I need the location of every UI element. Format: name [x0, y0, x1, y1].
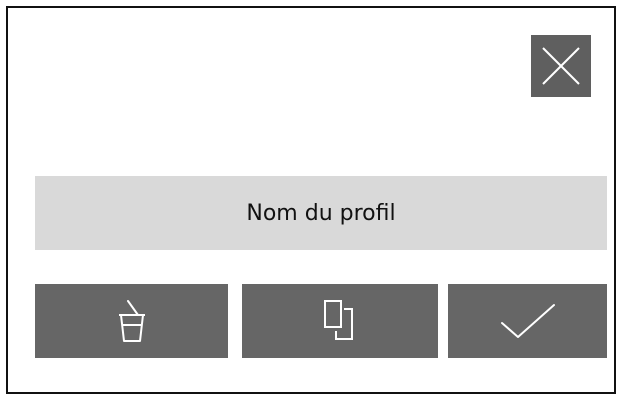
- close-icon: [542, 47, 580, 85]
- profile-dialog: Nom du profil: [6, 6, 616, 394]
- profile-name-field[interactable]: Nom du profil: [35, 176, 607, 250]
- check-icon: [500, 304, 555, 338]
- confirm-button[interactable]: [448, 284, 607, 358]
- close-button[interactable]: [531, 35, 591, 97]
- profile-name-label: Nom du profil: [246, 200, 396, 226]
- delete-cup-icon: [118, 300, 145, 342]
- copy-button[interactable]: [242, 284, 438, 358]
- delete-button[interactable]: [35, 284, 228, 358]
- copy-icon: [324, 300, 353, 340]
